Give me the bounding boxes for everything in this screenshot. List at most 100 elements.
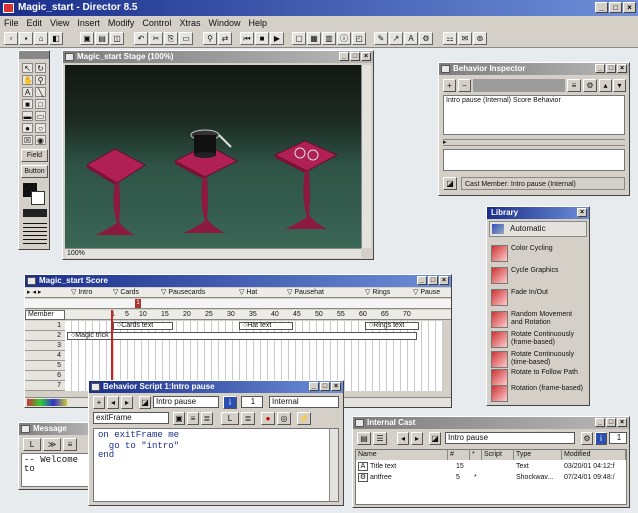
copy-icon[interactable]: ⎘ <box>164 32 178 45</box>
button-tool[interactable]: Button <box>21 165 48 178</box>
member-display-select[interactable]: Member <box>25 310 65 320</box>
lingo-menu-button[interactable]: L <box>23 438 41 451</box>
ellipse-tool-icon[interactable]: ○ <box>35 123 46 133</box>
library-item-rotate-frame[interactable]: Rotate Continuously (frame-based) <box>489 329 585 351</box>
channel-7-label[interactable]: 7 <box>25 381 65 391</box>
lingo-category-button[interactable]: ≣ <box>241 412 255 425</box>
tool-palette-titlebar[interactable] <box>19 51 49 59</box>
cast-minimize-button[interactable]: _ <box>595 418 605 427</box>
script-minimize-button[interactable]: _ <box>309 382 319 391</box>
col-type[interactable]: Type <box>514 450 562 460</box>
score-maximize-button[interactable]: □ <box>428 276 438 285</box>
move-down-button[interactable]: ▾ <box>613 79 626 92</box>
stage-zoom-label[interactable]: 100% <box>67 249 85 258</box>
inspector-maximize-button[interactable]: □ <box>606 64 616 73</box>
cast-close-button[interactable]: × <box>617 418 627 427</box>
score-window-icon[interactable]: ▦ <box>307 32 321 45</box>
minimize-button[interactable]: _ <box>595 2 608 13</box>
score-close-button[interactable]: × <box>439 276 449 285</box>
col-star[interactable]: * <box>470 450 482 460</box>
inspector-close-button[interactable]: × <box>617 64 627 73</box>
lingo-alpha-button[interactable]: L <box>221 412 239 425</box>
move-up-button[interactable]: ▴ <box>599 79 612 92</box>
script-button[interactable]: ≡ <box>567 79 581 92</box>
rewind-icon[interactable]: ⏮ <box>240 32 254 45</box>
marker-pause[interactable]: ▽ Pause <box>413 288 440 298</box>
script-editor[interactable]: on exitFrame me go to "intro" end <box>93 428 339 502</box>
play-icon[interactable]: ▶ <box>270 32 284 45</box>
save-all-icon[interactable]: ▤ <box>95 32 109 45</box>
cast-library-select[interactable]: Internal <box>269 396 339 408</box>
pattern-swatch[interactable] <box>23 209 47 217</box>
channel-2-label[interactable]: 2 <box>25 331 65 341</box>
col-script[interactable]: Script <box>482 450 514 460</box>
property-inspector-icon[interactable]: ⓘ <box>337 32 351 45</box>
sprite-rings-text[interactable]: ○Rings text <box>365 322 419 330</box>
rotate-tool-icon[interactable]: ↻ <box>35 63 46 73</box>
stage-canvas[interactable] <box>65 65 361 248</box>
message-icon[interactable]: ✉ <box>458 32 472 45</box>
message-text-area[interactable]: -- Welcome to <box>21 453 93 487</box>
cast-row[interactable]: A Title text 15 Text 03/20/01 04:12:f <box>356 461 626 472</box>
message-titlebar[interactable]: Message <box>19 423 95 435</box>
menu-insert[interactable]: Insert <box>77 16 100 30</box>
rect-tool-icon[interactable]: □ <box>35 99 46 109</box>
prev-member-button[interactable]: ◂ <box>397 432 409 445</box>
marker-cards[interactable]: ▽ Cards <box>113 288 139 298</box>
open-icon[interactable]: ⌂ <box>34 32 48 45</box>
inspector-expander[interactable]: ▸ <box>443 139 625 146</box>
channel-3-label[interactable]: 3 <box>25 341 65 351</box>
cast-window-icon[interactable]: ▥ <box>322 32 336 45</box>
new-movie-icon[interactable]: ▫ <box>4 32 18 45</box>
filled-rect-tool-icon[interactable]: ■ <box>22 99 33 109</box>
script-maximize-button[interactable]: □ <box>320 382 330 391</box>
menu-xtras[interactable]: Xtras <box>179 16 200 30</box>
script-titlebar[interactable]: Behavior Script 1:Intro pause _ □ × <box>89 381 343 393</box>
new-script-button[interactable]: + <box>93 396 105 409</box>
marker-hat[interactable]: ▽ Hat <box>239 288 257 298</box>
save-icon[interactable]: ▣ <box>80 32 94 45</box>
library-icon[interactable]: ◰ <box>352 32 366 45</box>
channel-4-label[interactable]: 4 <box>25 351 65 361</box>
cast-script-button[interactable]: ⚙ <box>581 432 593 445</box>
script-name-field[interactable]: Intro pause <box>153 396 219 408</box>
arrow-tool-icon[interactable]: ↖ <box>22 63 33 73</box>
radio-tool-icon[interactable]: ◉ <box>35 135 46 145</box>
score-minimize-button[interactable]: _ <box>417 276 427 285</box>
menu-view[interactable]: View <box>50 16 69 30</box>
recompile-button[interactable]: ⚡ <box>297 412 311 425</box>
stage-window-icon[interactable]: ▢ <box>292 32 306 45</box>
marker-pausehat[interactable]: ▽ Pausehat <box>287 288 324 298</box>
stage-minimize-button[interactable]: _ <box>339 52 349 61</box>
stage-vscrollbar[interactable] <box>361 65 371 248</box>
behavior-inspector-titlebar[interactable]: Behavior Inspector _ □ × <box>439 63 629 75</box>
roundrect-tool-icon[interactable]: ▭ <box>35 111 46 121</box>
import-icon[interactable]: ◧ <box>49 32 63 45</box>
library-item-color-cycling[interactable]: Color Cycling <box>489 243 585 265</box>
stage-maximize-button[interactable]: □ <box>350 52 360 61</box>
marker-pausecards[interactable]: ▽ Pausecards <box>161 288 205 298</box>
watch-button[interactable]: ◎ <box>277 412 291 425</box>
sprite-cards-text[interactable]: ○Cards text <box>113 322 173 330</box>
undo-icon[interactable]: ↶ <box>134 32 148 45</box>
add-behavior-button[interactable]: + <box>443 79 456 92</box>
exchange-icon[interactable]: ⇄ <box>218 32 232 45</box>
menu-window[interactable]: Window <box>208 16 240 30</box>
stop-icon[interactable]: ■ <box>255 32 269 45</box>
behavior-icon[interactable]: ⊛ <box>473 32 487 45</box>
menu-help[interactable]: Help <box>248 16 267 30</box>
library-item-fade[interactable]: Fade In/Out <box>489 287 585 309</box>
choose-cast-button[interactable]: ▤ <box>357 432 371 445</box>
script-cell-intro[interactable]: 1 <box>135 299 141 308</box>
find-icon[interactable]: ⚲ <box>203 32 217 45</box>
sprite-hat-text[interactable]: ○Hat text <box>239 322 293 330</box>
remove-behavior-button[interactable]: − <box>458 79 471 92</box>
filled-ellipse-tool-icon[interactable]: ● <box>22 123 33 133</box>
channel-5-label[interactable]: 5 <box>25 361 65 371</box>
channel-6-label[interactable]: 6 <box>25 371 65 381</box>
marker-rings[interactable]: ▽ Rings <box>365 288 390 298</box>
trace-button[interactable]: ≫ <box>43 438 61 451</box>
zoom-tool-icon[interactable]: ⚲ <box>35 75 46 85</box>
score-titlebar[interactable]: Magic_start Score _ □ × <box>25 275 451 287</box>
menu-file[interactable]: File <box>4 16 19 30</box>
